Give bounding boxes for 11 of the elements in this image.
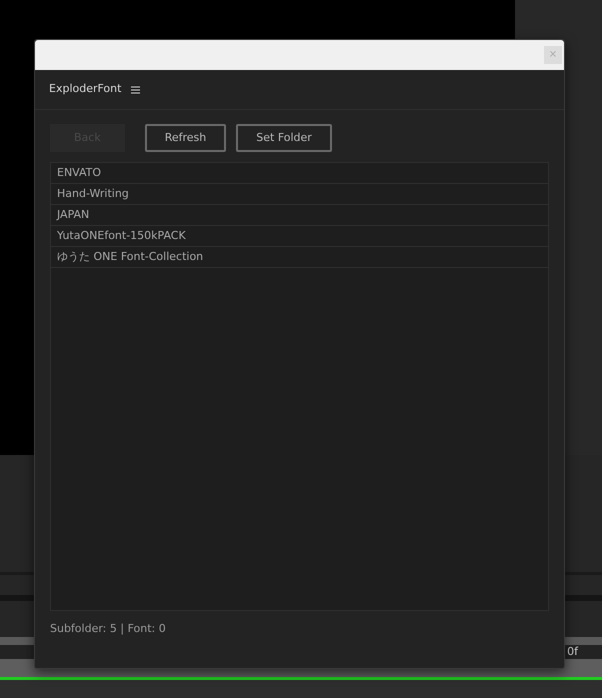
folder-item[interactable]: Hand-Writing [51, 184, 548, 205]
panel-title: ExploderFont [49, 81, 122, 98]
timecode: 0f [567, 644, 578, 660]
folder-item[interactable]: ゆうた ONE Font-Collection [51, 247, 548, 268]
folder-item[interactable]: YutaONEfont-150kPACK [51, 226, 548, 247]
menu-icon[interactable] [131, 86, 140, 94]
toolbar-button[interactable]: Refresh [144, 124, 226, 152]
toolbar-button[interactable]: Set Folder [236, 124, 332, 152]
status-text: Subfolder: 5 | Font: 0 [50, 621, 167, 637]
folder-item[interactable]: ENVATO [51, 163, 548, 184]
folder-item[interactable]: JAPAN [51, 205, 548, 226]
